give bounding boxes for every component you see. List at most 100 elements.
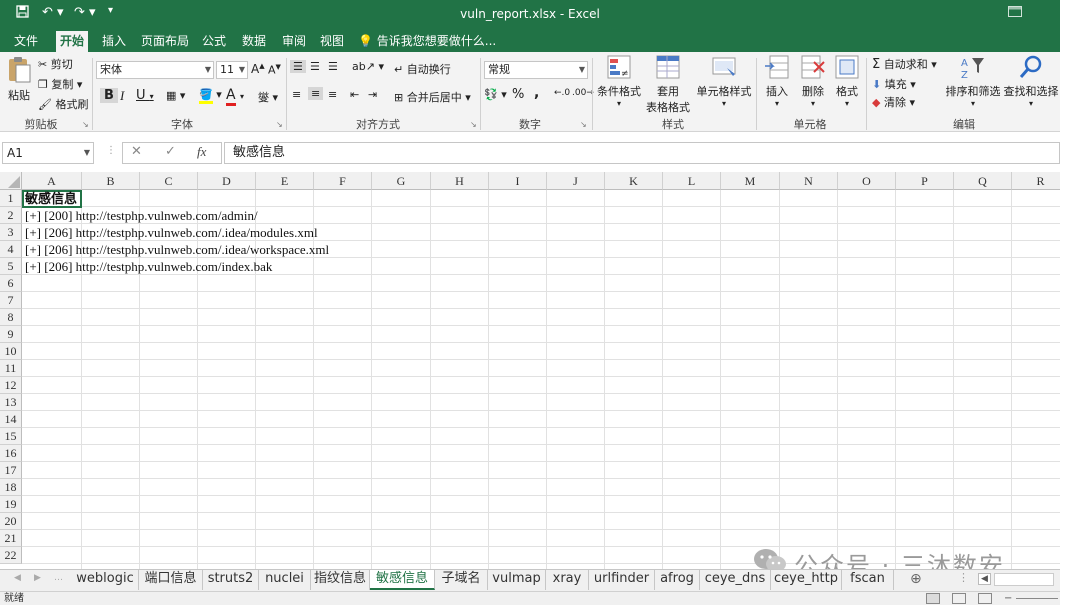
column-header[interactable]: Q bbox=[954, 172, 1012, 190]
column-header[interactable]: F bbox=[314, 172, 372, 190]
tab-page-layout[interactable]: 页面布局 bbox=[137, 31, 193, 52]
merge-center-button[interactable]: ⊞ 合并后居中 ▾ bbox=[394, 89, 471, 105]
tab-data[interactable]: 数据 bbox=[238, 31, 270, 52]
format-cells-button[interactable]: 格式 ▾ bbox=[832, 54, 862, 108]
bold-button[interactable]: B bbox=[100, 88, 118, 103]
zoom-out-icon[interactable]: − bbox=[1004, 592, 1012, 605]
zoom-slider[interactable] bbox=[1016, 598, 1058, 599]
sort-filter-button[interactable]: AZ 排序和筛选 ▾ bbox=[944, 54, 1002, 108]
row-header[interactable]: 4 bbox=[0, 241, 22, 258]
increase-font-button[interactable]: A▲ bbox=[251, 62, 265, 76]
sheet-tab[interactable]: ceye_http bbox=[771, 570, 842, 590]
next-sheet-icon[interactable]: ▶ bbox=[34, 573, 41, 583]
cut-button[interactable]: ✂ 剪切 bbox=[38, 56, 73, 72]
select-all-corner[interactable] bbox=[0, 172, 22, 190]
increase-indent-button[interactable]: ⇥ bbox=[368, 88, 377, 101]
clear-button[interactable]: ◆ 清除 ▾ bbox=[872, 94, 915, 110]
cell-a5[interactable]: [+] [206] http://testphp.vulnweb.com/ind… bbox=[25, 258, 272, 275]
number-launcher-icon[interactable]: ↘ bbox=[580, 120, 587, 129]
sheet-tab[interactable]: afrog bbox=[655, 570, 700, 590]
decrease-indent-button[interactable]: ⇤ bbox=[350, 88, 359, 101]
row-header[interactable]: 3 bbox=[0, 224, 22, 241]
format-as-table-button[interactable]: 套用 表格格式 bbox=[642, 54, 694, 115]
formula-input[interactable]: 敏感信息 bbox=[224, 142, 1060, 164]
format-painter-button[interactable]: 🖌 格式刷 bbox=[38, 96, 88, 112]
row-header[interactable]: 18 bbox=[0, 479, 22, 496]
sheet-tab[interactable]: 指纹信息 bbox=[311, 570, 370, 590]
find-select-button[interactable]: 查找和选择 ▾ bbox=[1002, 54, 1060, 108]
number-format-select[interactable]: 常规 ▼ bbox=[484, 61, 588, 79]
cell-a1[interactable]: 敏感信息 bbox=[25, 190, 77, 207]
font-color-button[interactable]: A ▾ bbox=[226, 87, 244, 106]
row-header[interactable]: 16 bbox=[0, 445, 22, 462]
row-header[interactable]: 21 bbox=[0, 530, 22, 547]
font-size-select[interactable]: 11 ▼ bbox=[216, 61, 248, 79]
align-center-button[interactable]: ≡ bbox=[308, 87, 324, 100]
page-break-view-icon[interactable] bbox=[978, 593, 992, 604]
row-header[interactable]: 15 bbox=[0, 428, 22, 445]
column-header[interactable]: G bbox=[372, 172, 431, 190]
tab-view[interactable]: 视图 bbox=[316, 31, 348, 52]
copy-button[interactable]: ❐ 复制 ▾ bbox=[38, 76, 82, 92]
tab-file[interactable]: 文件 bbox=[10, 31, 42, 52]
conditional-format-button[interactable]: ≠ 条件格式 ▾ bbox=[596, 54, 642, 108]
more-sheets-icon[interactable]: … bbox=[54, 573, 63, 583]
clipboard-launcher-icon[interactable]: ↘ bbox=[82, 120, 89, 129]
row-header[interactable]: 22 bbox=[0, 547, 22, 564]
column-header[interactable]: K bbox=[605, 172, 663, 190]
sheet-tab[interactable]: fscan bbox=[842, 570, 894, 590]
comma-button[interactable]: , bbox=[534, 85, 539, 101]
column-header[interactable]: D bbox=[198, 172, 256, 190]
column-header[interactable]: O bbox=[838, 172, 896, 190]
sheet-tab[interactable]: ceye_dns bbox=[700, 570, 771, 590]
row-header[interactable]: 20 bbox=[0, 513, 22, 530]
font-family-select[interactable]: 宋体 ▼ bbox=[96, 61, 214, 79]
cell-styles-button[interactable]: 单元格样式 ▾ bbox=[696, 54, 752, 108]
enter-icon[interactable]: ✓ bbox=[165, 144, 176, 159]
cell-a4[interactable]: [+] [206] http://testphp.vulnweb.com/.id… bbox=[25, 241, 329, 258]
orientation-button[interactable]: ab↗ ▾ bbox=[352, 60, 384, 73]
decrease-font-button[interactable]: A▼ bbox=[268, 63, 281, 77]
tab-review[interactable]: 审阅 bbox=[278, 31, 310, 52]
sheet-tab[interactable]: 端口信息 bbox=[139, 570, 203, 590]
underline-button[interactable]: U ▾ bbox=[136, 88, 154, 103]
column-header[interactable]: P bbox=[896, 172, 954, 190]
column-header[interactable]: B bbox=[82, 172, 140, 190]
ribbon-display-icon[interactable] bbox=[1008, 6, 1022, 20]
row-header[interactable]: 11 bbox=[0, 360, 22, 377]
phonetic-button[interactable]: 燮 ▾ bbox=[258, 89, 278, 105]
worksheet-grid[interactable]: ABCDEFGHIJKLMNOPQR 1 2 3 4 5 6 7 8 9 10 11 12 13 14 15… bbox=[0, 172, 1060, 570]
sheet-tab[interactable]: 敏感信息 bbox=[370, 570, 435, 590]
row-header[interactable]: 6 bbox=[0, 275, 22, 292]
add-sheet-icon[interactable]: ⊕ bbox=[910, 571, 922, 587]
italic-button[interactable]: I bbox=[120, 88, 124, 104]
name-box[interactable]: A1 ▼ bbox=[2, 142, 94, 164]
sheet-tab[interactable]: weblogic bbox=[72, 570, 139, 590]
sheet-tab[interactable]: struts2 bbox=[203, 570, 259, 590]
align-bottom-button[interactable]: ☰ bbox=[328, 60, 338, 73]
column-header[interactable]: H bbox=[431, 172, 489, 190]
row-header[interactable]: 12 bbox=[0, 377, 22, 394]
row-header[interactable]: 8 bbox=[0, 309, 22, 326]
sheet-tab[interactable]: xray bbox=[546, 570, 589, 590]
column-header[interactable]: C bbox=[140, 172, 198, 190]
paste-button[interactable]: 粘贴 bbox=[4, 56, 34, 103]
scroll-left-icon[interactable]: ◀ bbox=[978, 573, 991, 585]
align-middle-button[interactable]: ☰ bbox=[310, 60, 320, 73]
row-header[interactable]: 1 bbox=[0, 190, 22, 207]
row-header[interactable]: 2 bbox=[0, 207, 22, 224]
cancel-icon[interactable]: ✕ bbox=[131, 144, 142, 159]
align-right-button[interactable]: ≡ bbox=[328, 88, 337, 101]
column-header[interactable]: N bbox=[780, 172, 838, 190]
sheet-tab[interactable]: nuclei bbox=[259, 570, 311, 590]
row-header[interactable]: 10 bbox=[0, 343, 22, 360]
horizontal-scrollbar[interactable] bbox=[994, 573, 1054, 586]
sheet-tab[interactable]: vulmap bbox=[488, 570, 546, 590]
delete-cells-button[interactable]: 删除 ▾ bbox=[796, 54, 830, 108]
column-header[interactable]: E bbox=[256, 172, 314, 190]
insert-cells-button[interactable]: 插入 ▾ bbox=[760, 54, 794, 108]
increase-decimal-button[interactable]: ←.0 bbox=[554, 88, 570, 98]
alignment-launcher-icon[interactable]: ↘ bbox=[470, 120, 477, 129]
column-header[interactable]: A bbox=[22, 172, 82, 190]
fill-button[interactable]: ⬇ 填充 ▾ bbox=[872, 76, 916, 92]
